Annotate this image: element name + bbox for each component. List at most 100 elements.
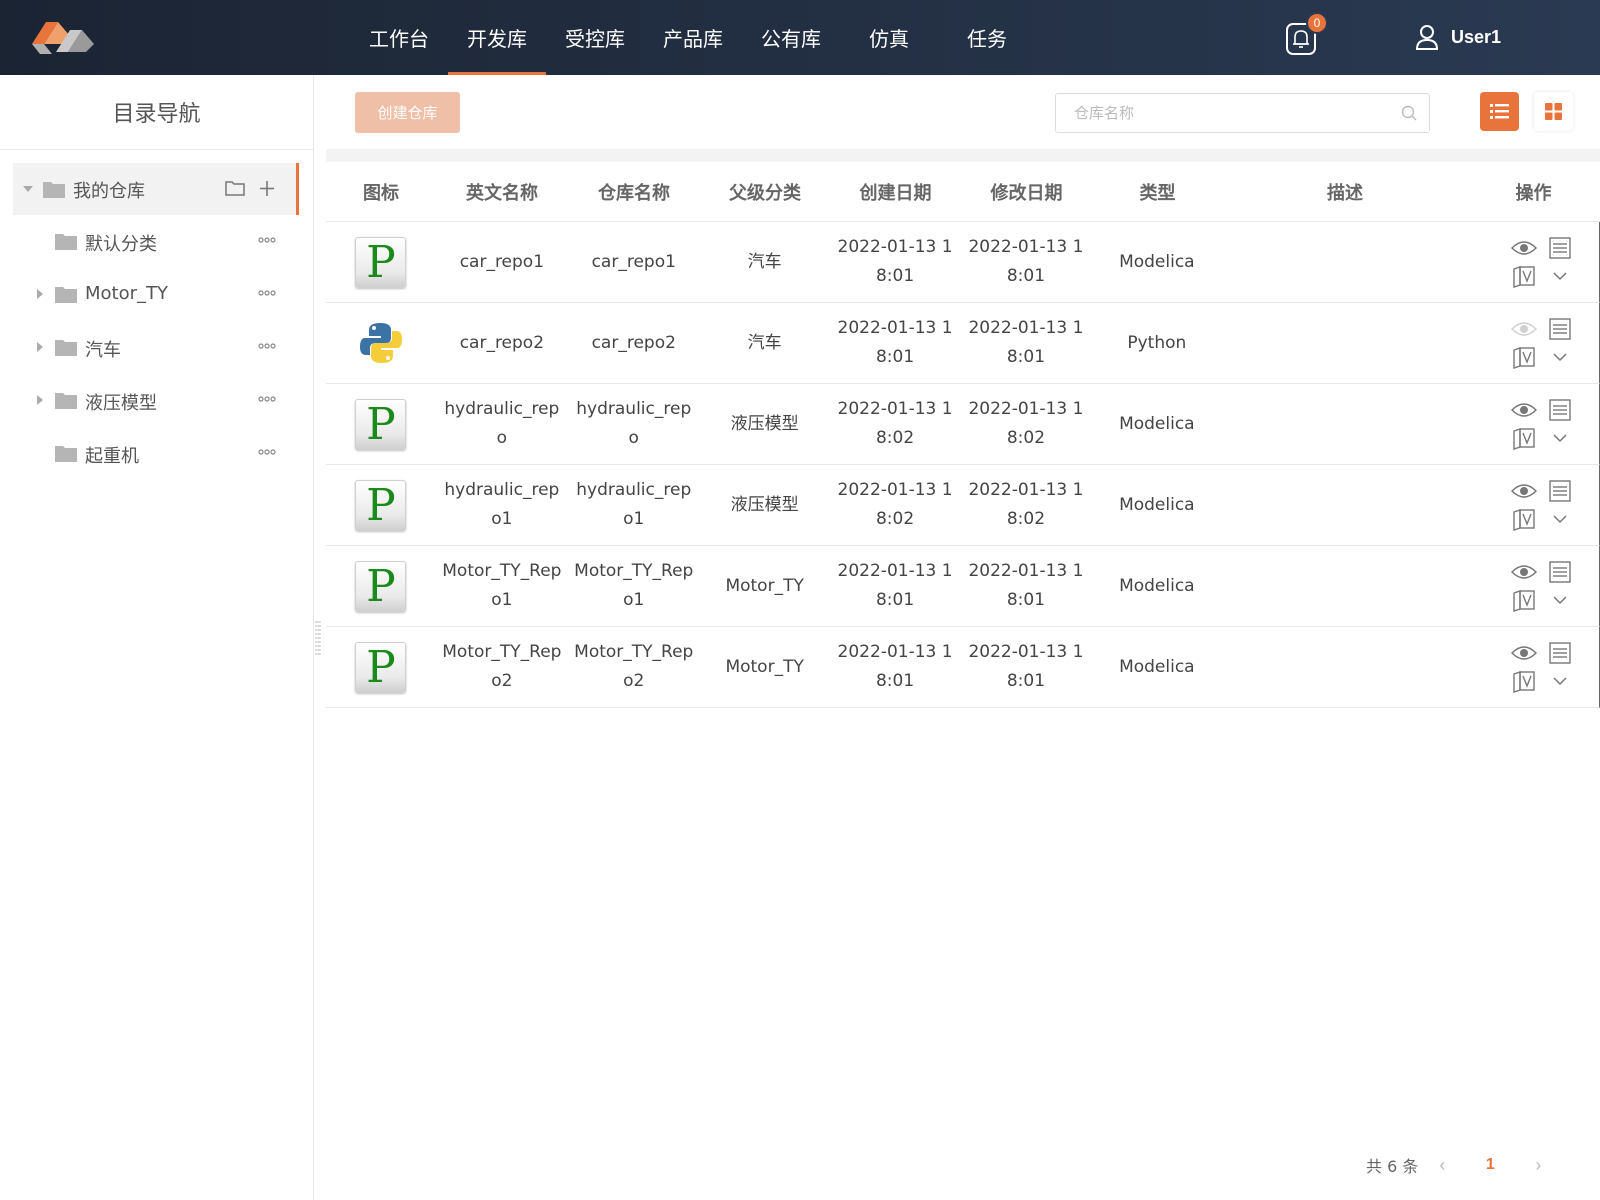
more-options-icon[interactable] (257, 445, 277, 459)
cell-actions (1466, 546, 1599, 626)
caret-right-icon[interactable] (37, 395, 43, 405)
user-icon (1415, 25, 1439, 50)
table-row[interactable]: P Motor_TY_Repo2 Motor_TY_Repo2 Motor_TY 202… (326, 627, 1600, 708)
cell-description (1222, 222, 1466, 302)
tree-item[interactable]: Motor_TY (13, 268, 299, 321)
tree-item[interactable]: 汽车 (13, 321, 299, 374)
version-book-icon[interactable] (1512, 426, 1536, 450)
add-icon[interactable] (257, 177, 277, 199)
search-icon[interactable] (1401, 105, 1417, 121)
tree-item-label: 起重机 (85, 446, 139, 467)
top-bar: 工作台 开发库 受控库 产品库 公有库 仿真 任务 0 User1 (0, 0, 1600, 75)
table-row[interactable]: P Motor_TY_Repo1 Motor_TY_Repo1 Motor_TY 202… (326, 546, 1600, 627)
table-row[interactable]: Phydraulic_repo1 hydraulic_repo1 液压模型 2022-… (326, 465, 1600, 546)
cell-icon: P (326, 627, 436, 707)
create-repo-button[interactable]: 创建仓库 (355, 92, 460, 133)
cell-repo-name: car_repo2 (591, 332, 676, 353)
cell-en-name: Motor_TY_Repo1 (442, 561, 562, 610)
tree-item-label: 默认分类 (85, 234, 157, 255)
cell-type: Modelica (1119, 575, 1195, 596)
version-book-icon[interactable] (1512, 507, 1536, 531)
chevron-down-icon[interactable] (1551, 675, 1569, 687)
cell-repo-name: Motor_TY_Repo2 (574, 642, 694, 691)
brand-logo-icon[interactable] (28, 14, 98, 60)
caret-right-icon[interactable] (37, 342, 43, 352)
cell-description (1222, 303, 1466, 383)
cell-created: 2022-01-13 18:01 (837, 561, 953, 610)
nav-tab[interactable]: 公有库 (742, 0, 840, 75)
cell-actions (1466, 465, 1599, 545)
list-view-button[interactable] (1480, 92, 1519, 131)
nav-tab[interactable]: 受控库 (546, 0, 644, 75)
cell-modified: 2022-01-13 18:02 (968, 399, 1084, 448)
tree-item[interactable]: 起重机 (13, 427, 299, 480)
user-menu[interactable]: User1 (1415, 20, 1501, 54)
view-eye-icon[interactable] (1510, 401, 1537, 419)
chevron-down-icon[interactable] (1551, 270, 1569, 282)
cell-parent: 液压模型 (730, 494, 799, 515)
details-list-icon[interactable] (1548, 317, 1572, 341)
table-row[interactable]: Pcar_repo1 car_repo1 汽车 2022-01-13 18:01 202… (326, 222, 1600, 303)
details-list-icon[interactable] (1548, 236, 1572, 260)
caret-right-icon[interactable] (37, 289, 43, 299)
chevron-right-icon[interactable]: › (1514, 1155, 1562, 1176)
nav-tab[interactable]: 仿真 (840, 0, 938, 75)
table-row[interactable]: car_repo2 car_repo2 汽车 2022-01-13 18:01 2022… (326, 303, 1600, 384)
cell-created: 2022-01-13 18:02 (837, 399, 953, 448)
cell-repo-name: car_repo1 (591, 251, 676, 272)
chevron-left-icon[interactable]: ‹ (1418, 1155, 1466, 1176)
view-eye-icon[interactable] (1510, 320, 1537, 338)
grid-view-button[interactable] (1534, 92, 1573, 131)
nav-tab[interactable]: 任务 (938, 0, 1036, 75)
cell-created: 2022-01-13 18:01 (837, 318, 953, 367)
tree-root-my-repos[interactable]: 我的仓库 (13, 163, 299, 215)
view-eye-icon[interactable] (1510, 482, 1537, 500)
folder-icon (55, 340, 77, 356)
version-book-icon[interactable] (1512, 345, 1536, 369)
version-book-icon[interactable] (1512, 264, 1536, 288)
column-header: 英文名称 (466, 182, 538, 204)
more-options-icon[interactable] (257, 233, 277, 247)
details-list-icon[interactable] (1548, 641, 1572, 665)
details-list-icon[interactable] (1548, 479, 1572, 503)
modelica-package-icon: P (355, 236, 407, 288)
details-list-icon[interactable] (1548, 560, 1572, 584)
nav-tab[interactable]: 开发库 (448, 0, 546, 75)
more-options-icon[interactable] (257, 339, 277, 353)
caret-down-icon[interactable] (23, 186, 33, 192)
version-book-icon[interactable] (1512, 669, 1536, 693)
cell-description (1222, 546, 1466, 626)
cell-icon: P (326, 546, 436, 626)
view-eye-icon[interactable] (1510, 563, 1537, 581)
chevron-down-icon[interactable] (1551, 513, 1569, 525)
more-options-icon[interactable] (257, 286, 277, 300)
row-actions (1506, 315, 1578, 371)
pagination: 共 6 条 ‹ 1 › (1366, 1150, 1562, 1180)
root-actions (225, 177, 277, 199)
nav-tab[interactable]: 产品库 (644, 0, 742, 75)
pagination-current-page[interactable]: 1 (1466, 1156, 1514, 1174)
more-options-icon[interactable] (257, 392, 277, 406)
details-list-icon[interactable] (1548, 398, 1572, 422)
resize-handle-icon[interactable] (314, 620, 322, 660)
repo-table: 图标 英文名称 仓库名称 父级分类 创建日期 修改日期 类型 描述 操作 Pca… (326, 162, 1600, 708)
chevron-down-icon[interactable] (1551, 594, 1569, 606)
new-folder-icon[interactable] (225, 177, 245, 199)
tree-item[interactable]: 默认分类 (13, 215, 299, 268)
view-eye-icon[interactable] (1510, 239, 1537, 257)
table-row[interactable]: Phydraulic_repo hydraulic_repo 液压模型 2022-01… (326, 384, 1600, 465)
tree-item[interactable]: 液压模型 (13, 374, 299, 427)
cell-repo-name: hydraulic_repo1 (576, 480, 692, 529)
row-actions (1506, 558, 1578, 614)
version-book-icon[interactable] (1512, 588, 1536, 612)
search-input[interactable] (1056, 94, 1386, 132)
cell-en-name: hydraulic_repo1 (444, 480, 560, 529)
tree-root-label: 我的仓库 (73, 181, 145, 202)
modelica-package-icon: P (355, 560, 407, 612)
chevron-down-icon[interactable] (1551, 432, 1569, 444)
view-eye-icon[interactable] (1510, 644, 1537, 662)
folder-icon (55, 287, 77, 303)
cell-parent: 汽车 (747, 251, 782, 272)
chevron-down-icon[interactable] (1551, 351, 1569, 363)
nav-tab[interactable]: 工作台 (350, 0, 448, 75)
